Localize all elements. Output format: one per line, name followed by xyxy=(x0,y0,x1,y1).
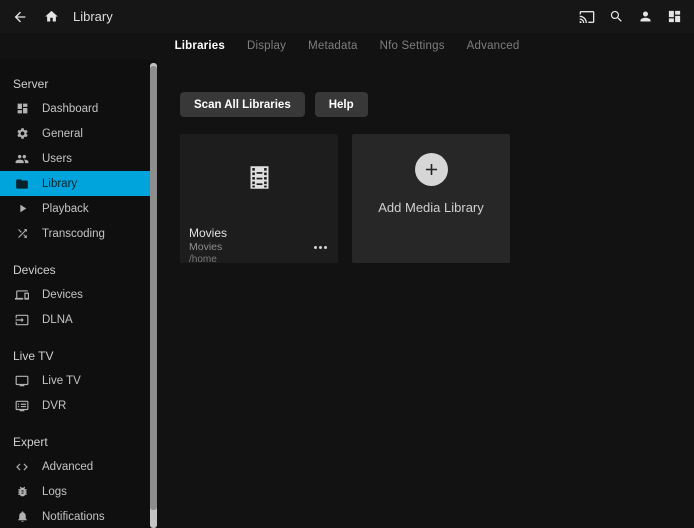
dvr-icon xyxy=(15,399,29,413)
sidebar-item-label: Dashboard xyxy=(42,103,98,115)
sidebar-item-users[interactable]: Users xyxy=(0,146,157,171)
library-card-type: Movies xyxy=(189,241,222,253)
cast-icon[interactable] xyxy=(579,9,595,25)
sidebar-item-devices[interactable]: Devices xyxy=(0,282,157,307)
library-card-path: /home xyxy=(189,254,329,263)
more-menu-icon[interactable] xyxy=(310,244,329,251)
page-title: Library xyxy=(73,9,113,24)
section-header-live-tv: Live TV xyxy=(0,349,157,363)
bell-icon xyxy=(15,510,29,524)
sidebar-item-label: Advanced xyxy=(42,461,93,473)
sidebar-item-label: Logs xyxy=(42,486,67,498)
tv-icon xyxy=(15,374,29,388)
back-icon[interactable] xyxy=(12,9,28,25)
sidebar-item-label: General xyxy=(42,128,83,140)
sidebar-item-playback[interactable]: Playback xyxy=(0,196,157,221)
play-icon xyxy=(15,202,29,216)
tab-libraries[interactable]: Libraries xyxy=(175,40,225,52)
code-icon xyxy=(15,460,29,474)
transcode-icon xyxy=(15,227,29,241)
input-icon xyxy=(15,313,29,327)
sidebar-item-label: Live TV xyxy=(42,375,81,387)
sidebar-item-label: Notifications xyxy=(42,511,105,523)
section-header-devices: Devices xyxy=(0,263,157,277)
sidebar-item-live-tv[interactable]: Live TV xyxy=(0,368,157,393)
film-icon xyxy=(246,164,273,191)
user-icon[interactable] xyxy=(638,9,653,24)
add-media-library-card[interactable]: Add Media Library xyxy=(352,134,510,263)
scan-all-libraries-button[interactable]: Scan All Libraries xyxy=(180,92,305,117)
section-header-expert: Expert xyxy=(0,435,157,449)
section-header-server: Server xyxy=(0,77,157,91)
sidebar-item-general[interactable]: General xyxy=(0,121,157,146)
sidebar-item-advanced[interactable]: Advanced xyxy=(0,454,157,479)
sidebar-item-transcoding[interactable]: Transcoding xyxy=(0,221,157,246)
sidebar-item-library[interactable]: Library xyxy=(0,171,157,196)
folder-icon xyxy=(15,177,29,191)
sidebar-item-label: Users xyxy=(42,153,72,165)
sidebar-item-label: DLNA xyxy=(42,314,73,326)
library-card-title: Movies xyxy=(189,226,329,240)
sidebar-scrollbar[interactable] xyxy=(150,63,157,528)
sidebar-item-dashboard[interactable]: Dashboard xyxy=(0,96,157,121)
sidebar-item-dvr[interactable]: DVR xyxy=(0,393,157,418)
sidebar-item-label: Devices xyxy=(42,289,83,301)
sidebar-scrollbar-thumb[interactable] xyxy=(150,66,157,510)
home-icon[interactable] xyxy=(44,9,59,24)
sidebar-item-logs[interactable]: Logs xyxy=(0,479,157,504)
help-button[interactable]: Help xyxy=(315,92,368,117)
dashboard-icon xyxy=(15,102,29,116)
sidebar-item-label: DVR xyxy=(42,400,66,412)
devices-icon xyxy=(15,288,29,302)
settings-tabs: Libraries Display Metadata Nfo Settings … xyxy=(0,33,694,59)
tab-display[interactable]: Display xyxy=(247,40,286,52)
tab-advanced[interactable]: Advanced xyxy=(467,40,520,52)
users-icon xyxy=(15,152,29,166)
gear-icon xyxy=(15,127,29,141)
dashboard-grid-icon[interactable] xyxy=(667,9,682,24)
top-bar: Library xyxy=(0,0,694,33)
tab-nfo-settings[interactable]: Nfo Settings xyxy=(380,40,445,52)
bug-icon xyxy=(15,485,29,499)
plus-icon xyxy=(415,153,448,186)
sidebar-item-label: Playback xyxy=(42,203,89,215)
library-card-movies[interactable]: Movies Movies /home xyxy=(180,134,338,263)
sidebar-item-label: Library xyxy=(42,178,77,190)
libraries-panel: Scan All Libraries Help xyxy=(157,59,694,528)
tab-metadata[interactable]: Metadata xyxy=(308,40,358,52)
add-media-library-label: Add Media Library xyxy=(378,200,484,215)
search-icon[interactable] xyxy=(609,9,624,24)
admin-sidebar: Server Dashboard General Users Library P… xyxy=(0,59,157,528)
library-card-image xyxy=(180,134,338,220)
sidebar-item-dlna[interactable]: DLNA xyxy=(0,307,157,332)
sidebar-item-label: Transcoding xyxy=(42,228,105,240)
sidebar-item-notifications[interactable]: Notifications xyxy=(0,504,157,528)
